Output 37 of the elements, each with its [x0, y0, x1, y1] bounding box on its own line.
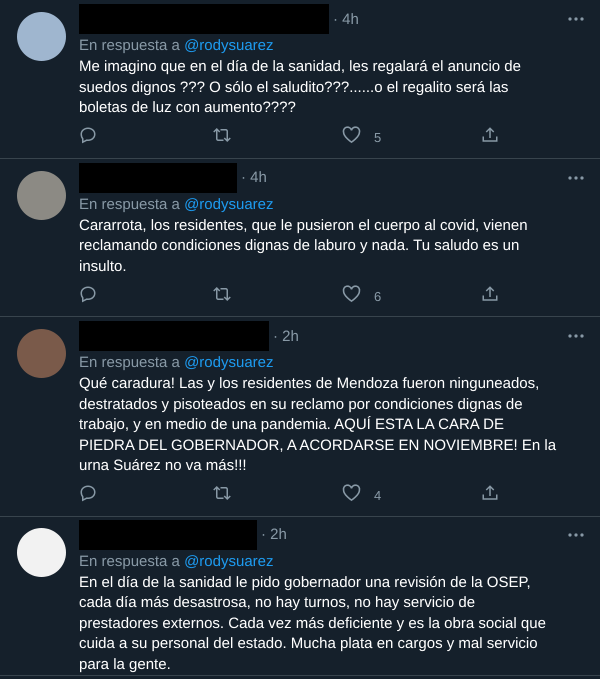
more-icon[interactable]: [568, 532, 584, 536]
tweet-text: Me imagino que en el día de la sanidad, les regalará el anuncio de suedos dignos ??? O sólo el saludito???......o el regalito será las boletas de luz con aumento????: [79, 57, 522, 118]
more-icon[interactable]: [568, 17, 584, 21]
retweet-icon[interactable]: [212, 126, 232, 144]
avatar-photo[interactable]: [17, 528, 66, 576]
tweet-time: · 2h: [273, 328, 299, 344]
share-icon[interactable]: [481, 126, 500, 144]
heart-icon[interactable]: [342, 284, 361, 302]
heart-icon[interactable]: [342, 126, 361, 144]
reply-context: En respuesta a @rodysuarez: [79, 353, 275, 373]
like-count: 6: [374, 288, 382, 304]
heart-icon[interactable]: [342, 484, 361, 502]
reply-icon[interactable]: [79, 484, 97, 502]
mention-link[interactable]: @rodysuarez: [184, 196, 274, 212]
mention-link[interactable]: @rodysuarez: [184, 552, 274, 570]
avatar-photo[interactable]: [17, 12, 66, 61]
share-icon[interactable]: [481, 484, 500, 502]
tweet-time: · 4h: [333, 10, 359, 28]
tweet-text: En el día de la sanidad le pido gobernador una revisión de la OSEP, cada día más desastrosa, no hay turnos, no hay servicio de prestadores externos. Cada vez más deficiente y es la obra social que cuida a su personal del estado. Mucha plata en cargos y mal servicio para la gente.: [79, 572, 547, 674]
mention-link[interactable]: @rodysuarez: [184, 37, 274, 54]
like-count: 5: [374, 130, 382, 145]
more-icon[interactable]: [568, 176, 584, 180]
tweet-text: Qué caradura! Las y los residentes de Mendoza fueron ninguneados, destratados y pisoteados en su reclamo por condiciones dignas de trabajo, y en medio de una pandemia. AQUÍ ESTA LA CARA DE PIEDRA DEL GOBERNADOR, A ACORDARSE EN NOVIEMBRE! En la urna Suárez no va más!!!: [79, 374, 558, 476]
retweet-icon[interactable]: [212, 284, 232, 302]
reply-icon[interactable]: [79, 126, 97, 144]
reply-context: En respuesta a @rodysuarez: [79, 36, 275, 56]
share-icon[interactable]: [481, 284, 500, 302]
reply-icon[interactable]: [79, 284, 97, 302]
mention-link[interactable]: @rodysuarez: [184, 354, 274, 371]
like-count: 4: [374, 488, 382, 503]
tweet-text: Cararrota, los residentes, que le pusieron el cuerpo al covid, vienen reclamando condiciones dignas de laburo y nada. Tu saludo es un insulto.: [79, 216, 529, 276]
tweet-time: · 2h: [261, 526, 287, 543]
reply-context: En respuesta a @rodysuarez: [79, 194, 275, 214]
more-icon[interactable]: [568, 334, 584, 338]
reply-context: En respuesta a @rodysuarez: [79, 552, 275, 572]
tweet-time: · 4h: [241, 169, 267, 186]
retweet-icon[interactable]: [212, 484, 232, 502]
